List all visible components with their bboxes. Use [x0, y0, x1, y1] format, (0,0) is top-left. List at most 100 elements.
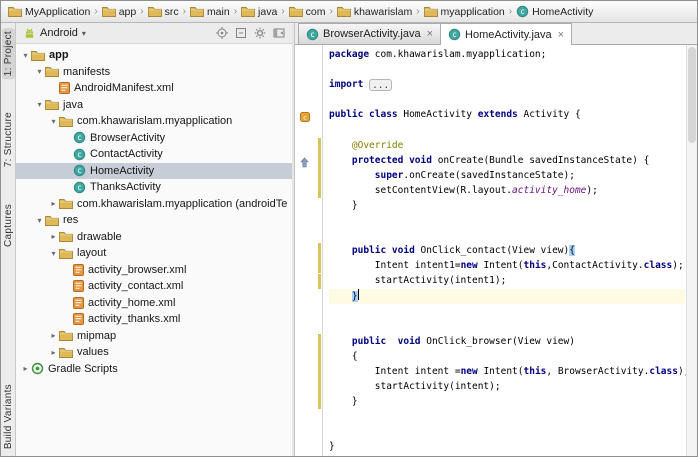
breadcrumb-item-myapplication[interactable]: MyApplication — [6, 5, 92, 19]
breadcrumb-item-src[interactable]: src — [146, 5, 181, 19]
tree-expanded-icon[interactable]: ▾ — [20, 51, 31, 60]
class-icon: c — [448, 28, 461, 41]
hide-icon[interactable] — [273, 27, 285, 39]
svg-text:c: c — [77, 133, 82, 142]
tree-label: ThanksActivity — [90, 181, 161, 193]
breadcrumb-label: khawarislam — [354, 6, 412, 18]
scrollbar-thumb[interactable] — [688, 47, 696, 143]
xml-icon — [73, 264, 84, 276]
tool-tab-1-project[interactable]: 1: Project — [2, 28, 15, 79]
code-token: HomeActivity — [398, 109, 478, 120]
tree-collapsed-icon[interactable]: ▸ — [48, 199, 59, 208]
tree-item-drawable[interactable]: ▸ drawable — [16, 229, 292, 246]
tree-item-values[interactable]: ▸values — [16, 344, 292, 361]
tree-expanded-icon[interactable]: ▾ — [34, 67, 45, 76]
tree-item-contactactivity[interactable]: cContactActivity — [16, 146, 292, 163]
project-view-label: Android — [40, 27, 78, 39]
chevron-down-icon: ▾ — [82, 29, 86, 38]
tree-item-manifests[interactable]: ▾ manifests — [16, 64, 292, 81]
folder-icon — [45, 215, 59, 226]
tree-collapsed-icon[interactable]: ▸ — [48, 348, 59, 357]
tab-browseractivity-java[interactable]: c BrowserActivity.java × — [298, 23, 441, 44]
classmark-gutter-icon[interactable]: c — [300, 109, 310, 127]
tree-item-com-khawarislam-myapplication[interactable]: ▾com.khawarislam.myapplication — [16, 113, 292, 130]
project-panel: Android ▾ ▾app▾manifestsAndroidManifest.… — [16, 23, 292, 456]
code-line: protected void onCreate(Bundle savedInst… — [329, 153, 685, 168]
breadcrumb-label: HomeActivity — [532, 6, 593, 18]
tree-item-activity-browser-xml[interactable]: activity_browser.xml — [16, 262, 292, 279]
tree-item-res[interactable]: ▾res — [16, 212, 292, 229]
tree-item-activity-thanks-xml[interactable]: activity_thanks.xml — [16, 311, 292, 328]
tree-label: manifests — [63, 66, 110, 78]
project-view-selector[interactable]: Android ▾ — [20, 26, 89, 40]
svg-text:c: c — [310, 30, 315, 39]
tree-item-activity-home-xml[interactable]: activity_home.xml — [16, 295, 292, 312]
tool-tab-captures[interactable]: Captures — [2, 201, 15, 250]
code-token: } — [329, 441, 335, 452]
project-tree: ▾app▾manifestsAndroidManifest.xml▾java▾c… — [16, 44, 292, 456]
tree-item-mipmap[interactable]: ▸mipmap — [16, 328, 292, 345]
target-icon[interactable] — [216, 27, 228, 39]
tool-tab-7-structure[interactable]: 7: Structure — [2, 109, 15, 170]
breadcrumb: MyApplication›app›src›main›java›com›khaw… — [1, 1, 697, 23]
code-line: package com.khawarislam.myapplication; — [329, 47, 685, 62]
tree-label: Gradle Scripts — [48, 363, 118, 375]
tree-item-gradle-scripts[interactable]: ▸ Gradle Scripts — [16, 361, 292, 378]
breadcrumb-item-khawarislam[interactable]: khawarislam — [335, 5, 414, 19]
tree-item-java[interactable]: ▾java — [16, 97, 292, 114]
code-area[interactable]: c package com.khawarislam.myapplication;… — [295, 45, 697, 456]
folder-icon — [45, 99, 59, 110]
tree-collapsed-icon[interactable]: ▸ — [48, 331, 59, 340]
breadcrumb-item-java[interactable]: java — [239, 5, 279, 19]
gear-icon[interactable] — [254, 27, 266, 39]
tree-item-app[interactable]: ▾app — [16, 47, 292, 64]
tree-expanded-icon[interactable]: ▾ — [48, 117, 59, 126]
changed-lines-marker — [318, 274, 321, 289]
code-token: startActivity(intent); — [329, 381, 501, 392]
breadcrumb-item-homeactivity[interactable]: cHomeActivity — [514, 4, 595, 19]
close-tab-icon[interactable]: × — [558, 29, 564, 41]
class-icon: c — [73, 181, 86, 194]
tree-item-activity-contact-xml[interactable]: activity_contact.xml — [16, 278, 292, 295]
breadcrumb-item-main[interactable]: main — [188, 5, 232, 19]
changed-lines-marker — [318, 168, 321, 183]
tab-homeactivity-java[interactable]: c HomeActivity.java × — [440, 23, 572, 45]
breadcrumb-item-myapplication[interactable]: myapplication — [422, 5, 507, 19]
close-tab-icon[interactable]: × — [427, 28, 433, 40]
code-token: startActivity(intent1); — [329, 275, 506, 286]
tree-collapsed-icon[interactable]: ▸ — [20, 364, 31, 373]
collapse-icon[interactable] — [235, 27, 247, 39]
tool-tab-build-variants[interactable]: Build Variants — [2, 381, 15, 452]
tab-label: HomeActivity.java — [465, 29, 552, 41]
code-token: public class — [329, 109, 398, 120]
breadcrumb-label: main — [207, 6, 230, 18]
code-line — [329, 213, 685, 228]
tree-label: activity_browser.xml — [88, 264, 186, 276]
tree-item-com-khawarislam-myapplication-androidte[interactable]: ▸com.khawarislam.myapplication (androidT… — [16, 196, 292, 213]
override-gutter-icon[interactable] — [300, 155, 309, 173]
tree-expanded-icon[interactable]: ▾ — [34, 100, 45, 109]
breadcrumb-label: app — [119, 6, 137, 18]
code-token: ... — [369, 79, 392, 91]
breadcrumb-chevron-icon: › — [140, 6, 143, 17]
breadcrumb-item-app[interactable]: app — [100, 5, 139, 19]
tree-item-thanksactivity[interactable]: c ThanksActivity — [16, 179, 292, 196]
tree-expanded-icon[interactable]: ▾ — [48, 249, 59, 258]
tree-item-homeactivity[interactable]: cHomeActivity — [16, 163, 292, 180]
breadcrumb-item-com[interactable]: com — [287, 5, 328, 19]
code-token: class — [649, 366, 678, 377]
editor-scrollbar[interactable] — [686, 45, 697, 456]
tool-stripe-bottom: Build Variants — [2, 381, 15, 452]
breadcrumb-label: com — [306, 6, 326, 18]
tree-item-androidmanifest-xml[interactable]: AndroidManifest.xml — [16, 80, 292, 97]
code-line: startActivity(intent1); — [329, 273, 685, 288]
tree-expanded-icon[interactable]: ▾ — [34, 216, 45, 225]
tree-item-layout[interactable]: ▾layout — [16, 245, 292, 262]
tree-label: drawable — [77, 231, 122, 243]
code-token: this — [524, 366, 547, 377]
tab-label: BrowserActivity.java — [323, 28, 421, 40]
code-content[interactable]: package com.khawarislam.myapplication;im… — [323, 45, 697, 456]
changed-lines-marker — [318, 379, 321, 394]
tree-collapsed-icon[interactable]: ▸ — [48, 232, 59, 241]
tree-item-browseractivity[interactable]: cBrowserActivity — [16, 130, 292, 147]
